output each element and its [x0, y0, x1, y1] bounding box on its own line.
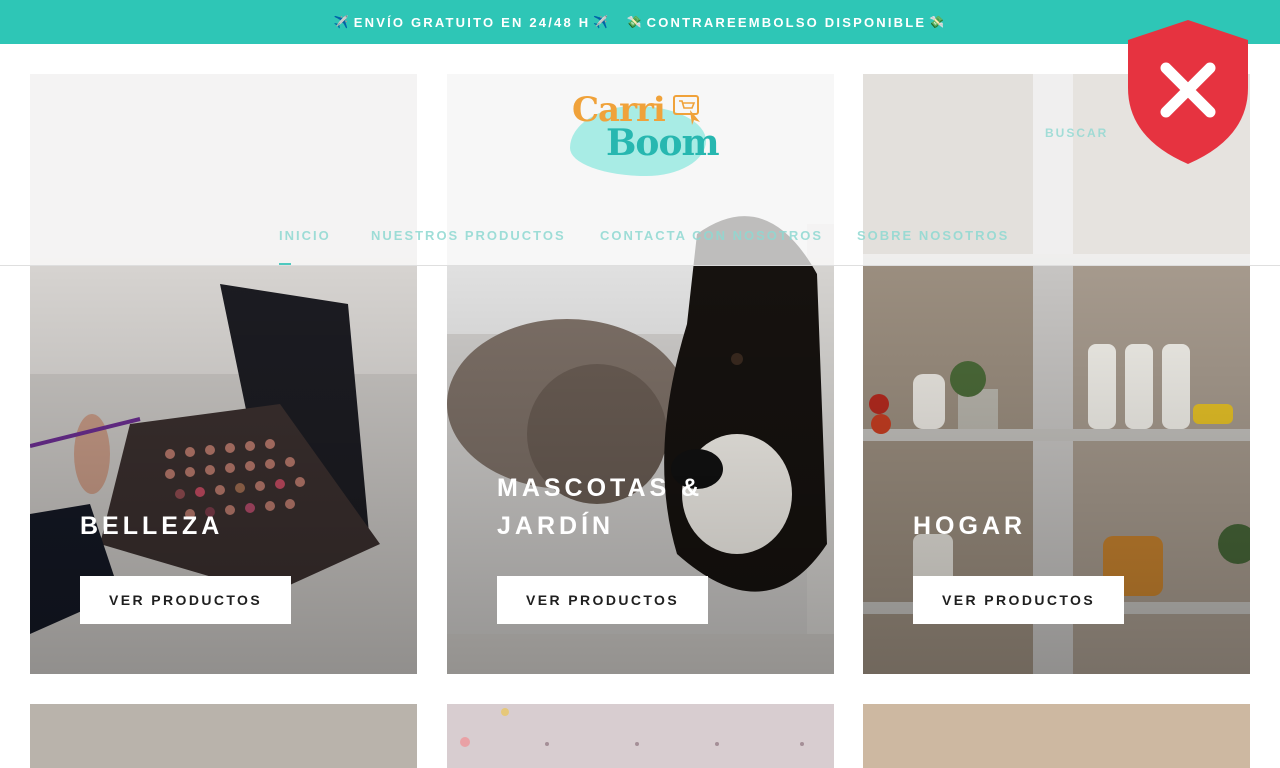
category-card-partial[interactable]	[30, 704, 417, 768]
category-title-line1: MASCOTAS &	[497, 474, 704, 502]
view-products-button[interactable]: VER PRODUCTOS	[913, 576, 1125, 624]
nav-item-contacto[interactable]: CONTACTA CON NOSOTROS	[600, 228, 823, 243]
logo-word-boom: Boom	[606, 122, 720, 164]
view-products-button[interactable]: VER PRODUCTOS	[80, 576, 292, 624]
category-card-partial[interactable]	[863, 704, 1250, 768]
nav-item-productos[interactable]: NUESTROS PRODUCTOS	[371, 228, 566, 243]
nav-item-inicio[interactable]: INICIO	[279, 228, 331, 243]
money-emoji: 💸	[929, 15, 947, 29]
active-nav-indicator	[279, 263, 291, 265]
cash-on-delivery-text: CONTRAREEMBOLSO DISPONIBLE	[646, 14, 927, 30]
money-emoji: 💸	[626, 15, 644, 29]
view-products-button[interactable]: VER PRODUCTOS	[497, 576, 709, 624]
airplane-emoji: ✈️	[593, 15, 611, 29]
category-card-partial[interactable]	[447, 704, 834, 768]
category-title: BELLEZA	[80, 512, 224, 540]
search-link[interactable]: BUSCAR	[1045, 126, 1108, 140]
category-title: MASCOTAS & JARDÍN	[497, 469, 703, 545]
cart-icon	[673, 95, 700, 125]
category-title-line2: JARDÍN	[497, 512, 615, 540]
free-shipping-text: ENVÍO GRATUITO EN 24/48 H	[353, 14, 591, 30]
category-title: HOGAR	[913, 512, 1027, 540]
shield-close-icon[interactable]	[1126, 18, 1250, 166]
nav-item-sobre-nosotros[interactable]: SOBRE NOSOTROS	[857, 228, 1009, 243]
announcement-bar: ✈️ ENVÍO GRATUITO EN 24/48 H ✈️ 💸 CONTRA…	[0, 0, 1280, 44]
brand-logo[interactable]: Carri Boom	[566, 80, 720, 178]
airplane-emoji: ✈️	[333, 15, 351, 29]
